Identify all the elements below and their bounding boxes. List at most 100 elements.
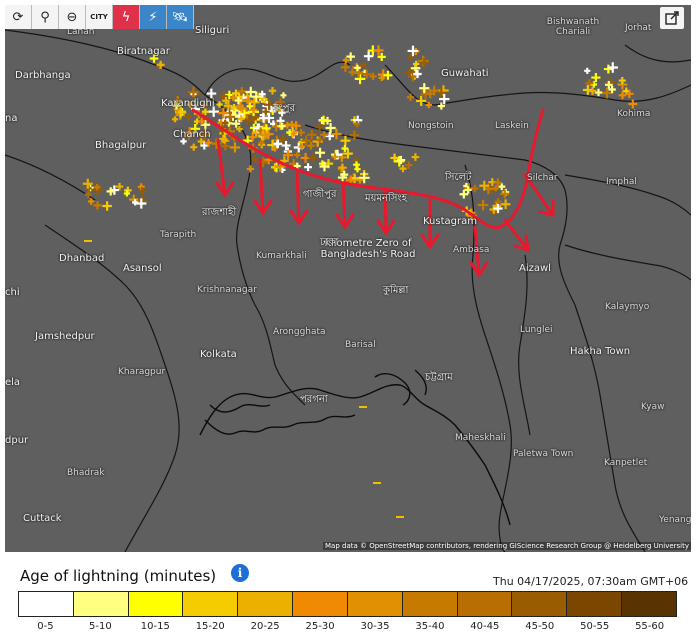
place-lunglei: Lunglei bbox=[520, 325, 553, 335]
share-icon bbox=[665, 11, 679, 25]
legend-swatch bbox=[19, 592, 74, 616]
lightning-layer-button[interactable]: ϟ bbox=[113, 5, 140, 29]
legend-swatch bbox=[183, 592, 239, 616]
lightning-strike-marker bbox=[419, 58, 429, 68]
legend-label: 15-20 bbox=[195, 621, 225, 632]
lightning-strike-marker bbox=[93, 201, 102, 210]
refresh-icon: ⟳ bbox=[12, 9, 24, 25]
place-nongstoin: Nongstoin bbox=[408, 121, 454, 131]
country-borders bbox=[5, 29, 691, 552]
place-jamshedpur: Jamshedpur bbox=[35, 331, 95, 342]
location-button[interactable]: ⚲ bbox=[32, 5, 59, 29]
lightning-strike-button[interactable]: ⚡ bbox=[140, 5, 167, 29]
legend-label: 40-45 bbox=[470, 621, 500, 632]
lightning-strike-marker bbox=[315, 147, 326, 158]
lightning-strike-marker bbox=[477, 199, 489, 211]
place-paletwa: Paletwa Town bbox=[513, 449, 574, 459]
place-rajshahi: রাজশাহী bbox=[202, 207, 237, 218]
place-dpur: dpur bbox=[5, 435, 29, 446]
lightning-strike-marker bbox=[618, 91, 627, 100]
place-cumilla: কুমিল্লা bbox=[383, 285, 409, 296]
place-jorhat: Jorhat bbox=[625, 23, 652, 33]
place-dhaka-bn: ঢাকা bbox=[320, 237, 339, 248]
satellite-button[interactable]: 🛰 bbox=[167, 5, 194, 29]
legend-swatch bbox=[128, 592, 184, 616]
legend-label: 35-40 bbox=[415, 621, 445, 632]
place-kanpetlet: Kanpetlet bbox=[604, 458, 648, 468]
place-aizawl: Aizawl bbox=[519, 263, 551, 274]
place-na: na bbox=[5, 113, 18, 124]
lightning-strike-marker bbox=[340, 135, 351, 146]
lightning-strike-marker bbox=[320, 130, 328, 139]
legend-swatch bbox=[402, 592, 458, 616]
lightning-strike-marker bbox=[304, 163, 312, 172]
place-chi: chi bbox=[5, 287, 20, 298]
legend-label: 30-35 bbox=[360, 621, 390, 632]
place-asansol: Asansol bbox=[123, 263, 162, 274]
zoom-out-button[interactable]: ⊖ bbox=[59, 5, 86, 29]
lightning-strike-marker bbox=[338, 163, 347, 172]
info-icon[interactable]: i bbox=[231, 564, 249, 582]
map-toolbar: ⟳ ⚲ ⊖ CITY ϟ ⚡ 🛰 bbox=[5, 5, 194, 29]
legend-label: 45-50 bbox=[525, 621, 555, 632]
place-chanchal: Chanch bbox=[173, 129, 211, 140]
lightning-strike-marker bbox=[268, 87, 277, 95]
lightning-strike-marker bbox=[425, 101, 432, 109]
lightning-strike-marker bbox=[588, 86, 597, 95]
place-barisal: Barisal bbox=[345, 340, 376, 350]
legend-swatch bbox=[73, 592, 129, 616]
lightning-strike-marker bbox=[102, 201, 112, 211]
lightning-strike-marker bbox=[229, 142, 241, 153]
place-darbhanga: Darbhanga bbox=[15, 70, 71, 81]
place-ambasa: Ambasa bbox=[453, 245, 490, 255]
lightning-strike-icon: ⚡ bbox=[148, 9, 158, 25]
lightning-strike-marker bbox=[590, 81, 598, 88]
place-krishnanagar: Krishnanagar bbox=[197, 285, 257, 295]
lightning-strike-marker bbox=[251, 156, 259, 163]
lightning-strike-marker bbox=[459, 189, 469, 199]
city-labels-icon: CITY bbox=[90, 12, 108, 21]
place-bhadrak: Bhadrak bbox=[67, 468, 105, 478]
lightning-strike-marker bbox=[184, 113, 192, 121]
map-attribution: Map data © OpenStreetMap contributors, r… bbox=[323, 542, 691, 550]
place-silchar: Silchar bbox=[527, 173, 558, 183]
legend-label: 50-55 bbox=[580, 621, 610, 632]
legend-swatch bbox=[622, 592, 676, 616]
place-tarapith: Tarapith bbox=[160, 230, 197, 240]
lightning-strike-marker bbox=[293, 151, 301, 159]
lightning-strike-marker bbox=[354, 166, 361, 173]
legend-label: 0-5 bbox=[37, 621, 54, 632]
place-sylhet: সিলেট bbox=[445, 172, 472, 183]
legend-label: 20-25 bbox=[250, 621, 280, 632]
share-button[interactable] bbox=[660, 7, 684, 29]
place-maheskhali: Maheskhali bbox=[455, 433, 506, 443]
map-layer bbox=[5, 29, 691, 552]
place-guwahati: Guwahati bbox=[441, 68, 489, 79]
place-karandighi: Karandighi bbox=[161, 98, 215, 109]
lightning-strike-marker bbox=[280, 92, 287, 99]
place-bhagalpur: Bhagalpur bbox=[95, 140, 147, 151]
lightning-strike-marker bbox=[360, 62, 367, 69]
coastline bbox=[199, 369, 511, 526]
lightning-strike-marker bbox=[591, 72, 601, 83]
place-kalaymyo: Kalaymyo bbox=[605, 302, 650, 312]
legend-swatch bbox=[293, 592, 348, 616]
place-biratnagar: Biratnagar bbox=[117, 46, 170, 57]
location-pin-icon: ⚲ bbox=[40, 9, 50, 25]
refresh-button[interactable]: ⟳ bbox=[5, 5, 32, 29]
place-yenang: Yenang bbox=[659, 515, 691, 525]
legend-swatch bbox=[567, 592, 623, 616]
place-rangpur: রংপুর bbox=[273, 103, 296, 114]
lightning-map[interactable]: Siliguri Lahan Biratnagar Darbhanga Kara… bbox=[5, 5, 691, 552]
lightning-strike-marker bbox=[585, 79, 594, 88]
place-arongghata: Arongghata bbox=[273, 327, 326, 337]
place-kharagpur: Kharagpur bbox=[118, 367, 166, 377]
place-kohima: Kohima bbox=[617, 109, 651, 119]
lightning-strike-marker bbox=[498, 183, 506, 191]
legend-labels: 0-5 5-10 10-15 15-20 20-25 25-30 30-35 35-40 40-… bbox=[18, 621, 677, 632]
lightning-strike-marker bbox=[584, 67, 591, 74]
timestamp: Thu 04/17/2025, 07:30am GMT+06 bbox=[493, 575, 689, 588]
city-labels-button[interactable]: CITY bbox=[86, 5, 113, 29]
lightning-strike-marker bbox=[500, 189, 510, 199]
place-kolkata: Kolkata bbox=[200, 349, 237, 360]
